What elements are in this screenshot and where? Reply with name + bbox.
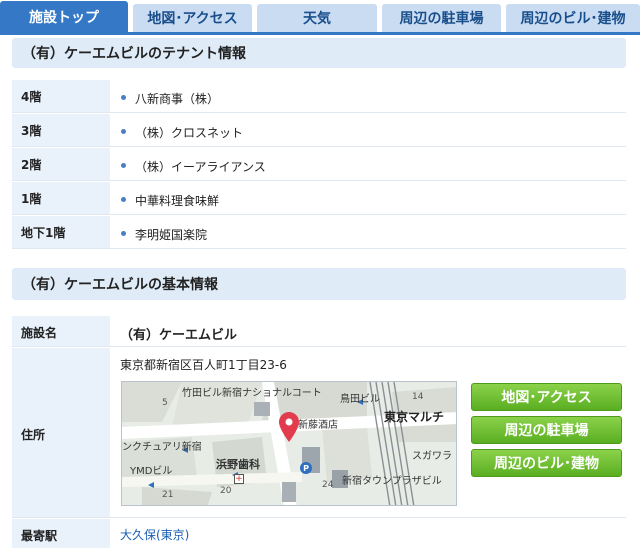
- map-label: 竹田ビル新宿ナショナルコート: [182, 388, 322, 399]
- tenant-row: 3階 （株）クロスネット: [12, 114, 626, 147]
- station-link[interactable]: 大久保(東京): [120, 526, 189, 543]
- station-label: 最寄駅: [12, 519, 110, 548]
- map-number: 14: [412, 392, 424, 402]
- address-text: 東京都新宿区百人町1丁目23-6: [120, 358, 287, 372]
- row-divider: [12, 112, 626, 113]
- floor-label: 1階: [12, 182, 110, 215]
- parking-icon: P: [300, 462, 312, 474]
- tenant-name: （株）イーアライアンス: [135, 160, 266, 174]
- row-divider: [12, 248, 626, 249]
- bullet-icon: [121, 163, 126, 168]
- floor-label: 3階: [12, 114, 110, 147]
- tab-underline: [0, 32, 640, 35]
- tenant-row: 4階 八新商事（株）: [12, 80, 626, 113]
- map-label: 浜野歯科: [216, 458, 260, 471]
- tab-nearby-buildings[interactable]: 周辺のビル･建物: [506, 4, 640, 32]
- address-label: 住所: [12, 348, 110, 518]
- location-map[interactable]: 竹田ビル新宿ナショナルコート 鳥田ビル 新藤酒店 東京マルチ ンクチュアリ新宿 …: [121, 381, 457, 506]
- map-number: 24: [322, 480, 334, 490]
- map-label: 新藤酒店: [298, 420, 338, 431]
- parking-button[interactable]: 周辺の駐車場: [471, 416, 622, 444]
- tenant-cell: 八新商事（株）: [113, 80, 626, 113]
- map-label: 鳥田ビル: [340, 394, 380, 405]
- tenant-name: （株）クロスネット: [135, 126, 244, 140]
- station-cell: 大久保(東京): [113, 519, 626, 548]
- tenant-cell: （株）イーアライアンス: [113, 148, 626, 181]
- facility-name: （有）ケーエムビル: [120, 328, 238, 343]
- tenant-row: 地下1階 李明姫国楽院: [12, 216, 626, 249]
- tenant-cell: 李明姫国楽院: [113, 216, 626, 249]
- tab-facility-top[interactable]: 施設トップ: [0, 1, 128, 32]
- tenant-name: 中華料理食味鮮: [135, 194, 220, 208]
- floor-label: 2階: [12, 148, 110, 181]
- info-row-facility: 施設名 （有）ケーエムビル: [12, 316, 626, 347]
- map-number: 5: [162, 398, 168, 408]
- floor-label: 4階: [12, 80, 110, 113]
- facility-label: 施設名: [12, 316, 110, 347]
- tab-weather[interactable]: 天気: [257, 4, 377, 32]
- facility-cell: （有）ケーエムビル: [113, 316, 626, 347]
- tenant-name: 李明姫国楽院: [135, 228, 208, 242]
- nearby-buildings-button[interactable]: 周辺のビル･建物: [471, 449, 622, 477]
- tab-bar: 施設トップ 地図･アクセス 天気 周辺の駐車場 周辺のビル･建物: [0, 0, 640, 32]
- map-label: 新宿タウンプラザビル: [342, 476, 442, 487]
- tenant-name: 八新商事（株）: [135, 92, 220, 106]
- map-label: YMDビル: [130, 466, 173, 477]
- basic-info-section-title: （有）ケーエムビルの基本情報: [12, 268, 626, 300]
- tenant-section-title: （有）ケーエムビルのテナント情報: [12, 38, 626, 68]
- row-divider: [12, 146, 626, 147]
- floor-label: 地下1階: [12, 216, 110, 249]
- map-access-button[interactable]: 地図･アクセス: [471, 383, 622, 411]
- map-label: 東京マルチ: [384, 410, 445, 424]
- tab-map-access[interactable]: 地図･アクセス: [133, 4, 252, 32]
- info-row-station: 最寄駅 大久保(東京): [12, 519, 626, 548]
- row-divider: [12, 517, 626, 518]
- bullet-icon: [121, 231, 126, 236]
- row-divider: [12, 180, 626, 181]
- bullet-icon: [121, 197, 126, 202]
- bullet-icon: [121, 129, 126, 134]
- tenant-row: 2階 （株）イーアライアンス: [12, 148, 626, 181]
- map-label: ンクチュアリ新宿: [122, 442, 202, 453]
- bullet-icon: [121, 95, 126, 100]
- map-label: スガワラ: [412, 451, 452, 462]
- map-number: 20: [220, 486, 232, 496]
- tenant-cell: （株）クロスネット: [113, 114, 626, 147]
- map-number: 21: [162, 490, 174, 500]
- row-divider: [12, 214, 626, 215]
- tab-parking[interactable]: 周辺の駐車場: [382, 4, 501, 32]
- location-pin-icon: [279, 412, 299, 442]
- hospital-icon: +: [234, 474, 244, 484]
- row-divider: [12, 346, 626, 347]
- tenant-row: 1階 中華料理食味鮮: [12, 182, 626, 215]
- tenant-cell: 中華料理食味鮮: [113, 182, 626, 215]
